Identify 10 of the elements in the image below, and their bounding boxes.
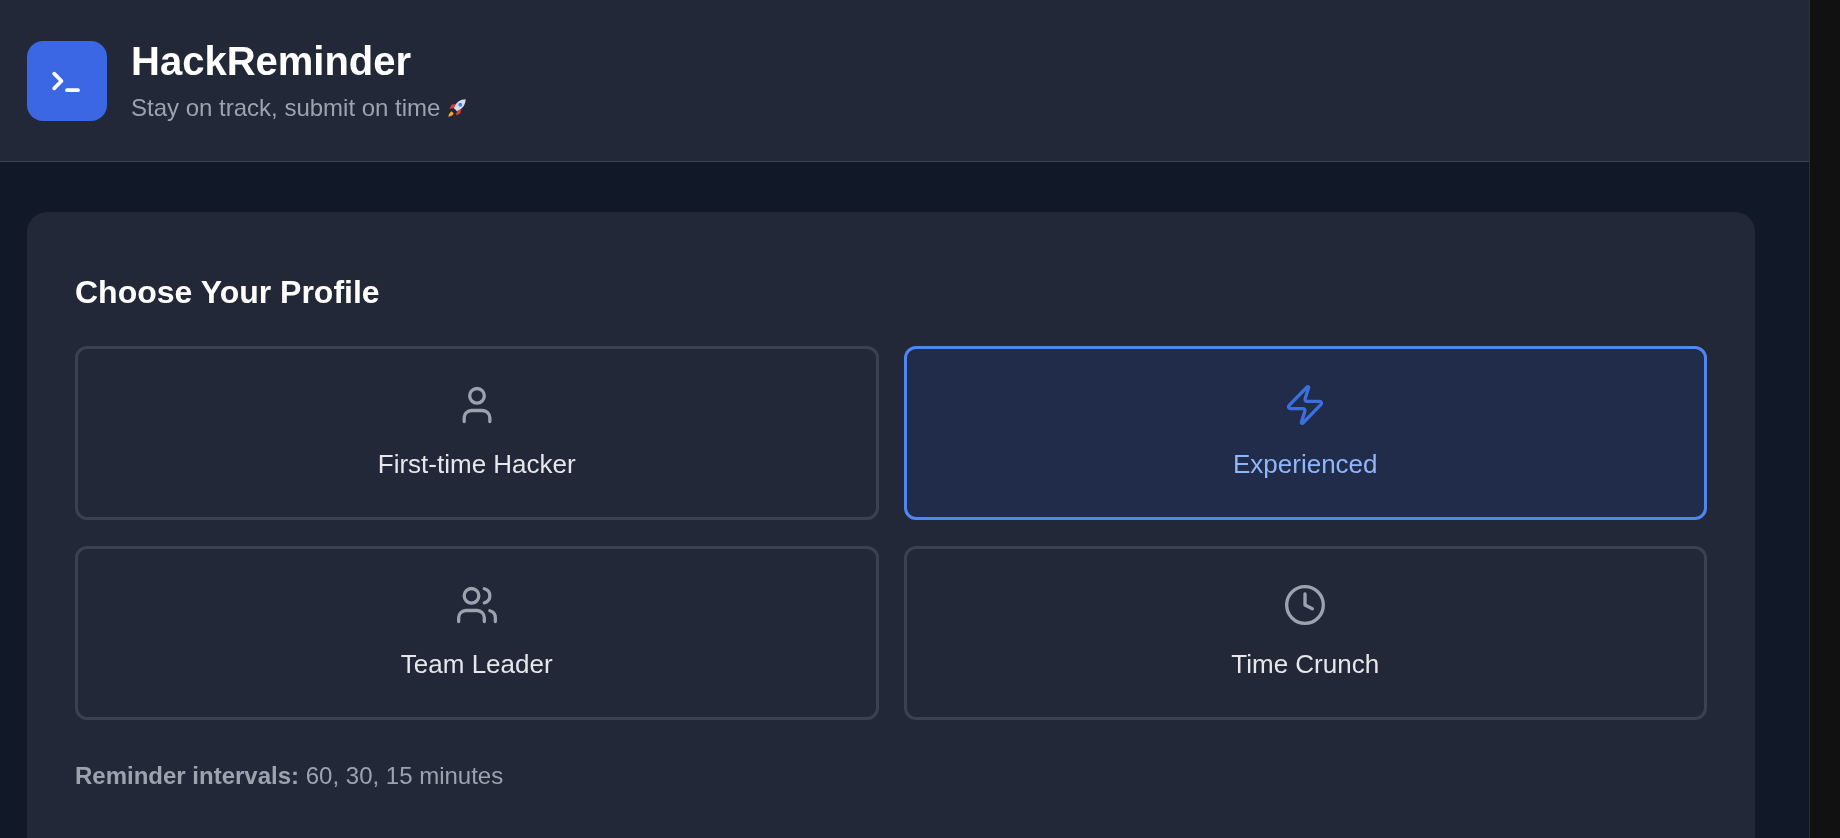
profile-option[interactable]: Time Crunch [903,546,1707,720]
app-title: HackReminder [131,37,413,85]
app-subtitle: Stay on track, submit on time [131,92,441,123]
profile-option[interactable]: Team Leader [75,546,879,720]
reminder-intervals-text: Reminder intervals: 60, 30, 15 minutes [75,761,505,791]
clock-icon [1283,582,1328,627]
card-title: Choose Your Profile [75,273,381,312]
profile-option[interactable]: Experienced [903,346,1707,520]
terminal-logo-icon [27,40,107,121]
profile-option[interactable]: First-time Hacker [75,346,879,520]
